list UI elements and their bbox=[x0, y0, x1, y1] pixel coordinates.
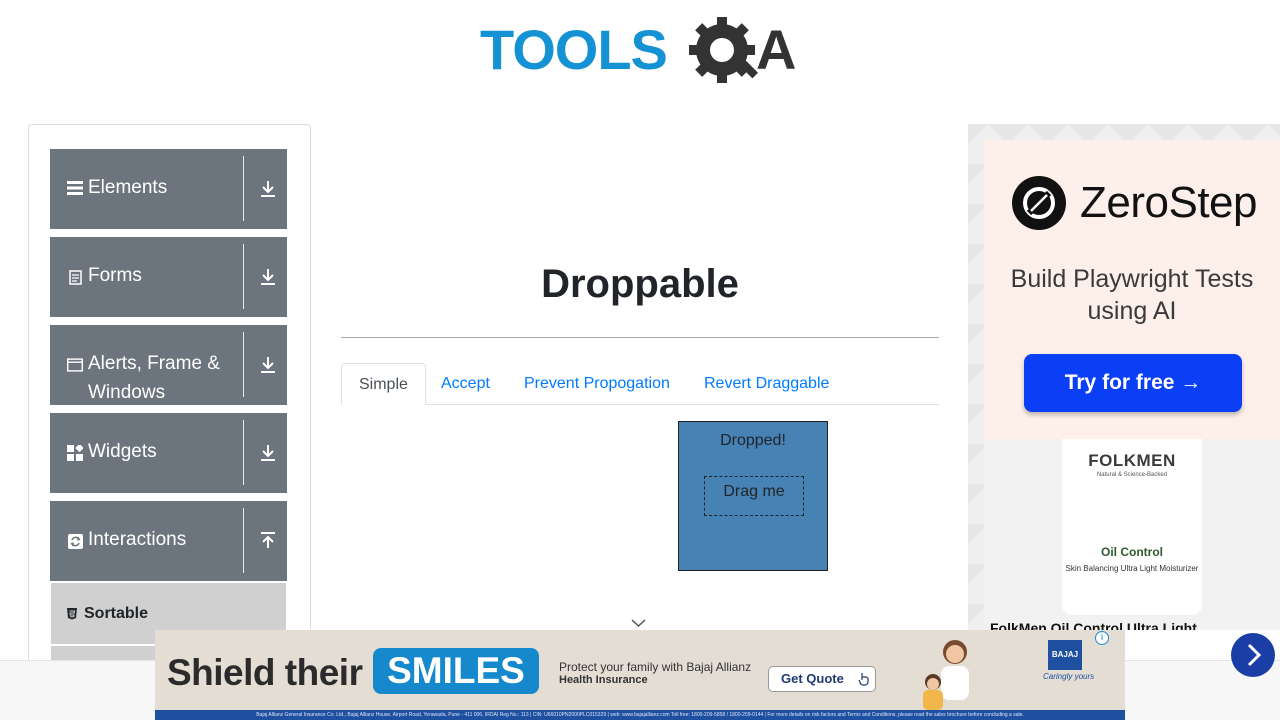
ad-info-icon[interactable]: i bbox=[1095, 631, 1109, 645]
banner-headline: Shield their bbox=[167, 652, 363, 693]
product-brand: FOLKMEN bbox=[1088, 451, 1176, 470]
divider bbox=[243, 332, 244, 397]
interactions-icon bbox=[67, 533, 83, 549]
get-quote-button[interactable]: Get Quote bbox=[768, 666, 876, 692]
sidebar-group-label: Widgets bbox=[88, 441, 157, 462]
tab-accept[interactable]: Accept bbox=[424, 363, 507, 405]
divider bbox=[243, 508, 244, 573]
sidebar-group-interactions[interactable]: Interactions bbox=[50, 501, 287, 581]
banner-protect-text: Protect your family with Bajaj Allianz bbox=[559, 660, 752, 674]
sidebar-group-label: Elements bbox=[88, 177, 168, 198]
upload-arrow-icon[interactable] bbox=[259, 531, 277, 551]
logo-text-a: A bbox=[756, 18, 796, 81]
folkmen-ad[interactable]: FOLKMEN Natural & Science-Backed Oil Con… bbox=[984, 439, 1280, 630]
download-arrow-icon[interactable] bbox=[259, 443, 277, 463]
tab-revert-draggable[interactable]: Revert Draggable bbox=[687, 363, 846, 405]
zerostep-logo-icon bbox=[1012, 176, 1066, 230]
zerostep-tagline: Build Playwright Tests using AI bbox=[1010, 265, 1254, 325]
hand-pointer-icon bbox=[858, 673, 869, 686]
banner-disclaimer: Bajaj Allianz General Insurance Co. Ltd.… bbox=[155, 710, 1125, 720]
sidebar-group-label: Alerts, Frame & Windows bbox=[88, 353, 220, 403]
download-arrow-icon[interactable] bbox=[259, 355, 277, 375]
sidebar-group-alerts-frame-windows[interactable]: Alerts, Frame & Windows bbox=[50, 325, 287, 405]
page-title: Droppable bbox=[541, 262, 739, 306]
divider bbox=[243, 244, 244, 309]
draggable-box[interactable]: Drag me bbox=[704, 476, 804, 516]
banner-health-text: Health Insurance bbox=[559, 674, 648, 686]
logo-text-tools: TOOLS bbox=[480, 18, 667, 81]
chevron-down-icon[interactable] bbox=[631, 615, 646, 628]
product-subtitle: Natural & Science-Backed bbox=[1096, 472, 1168, 478]
bajaj-logo: BAJAJ bbox=[1048, 640, 1082, 670]
gear-magnifier-icon bbox=[689, 17, 759, 83]
divider bbox=[243, 156, 244, 221]
sidebar-group-elements[interactable]: Elements bbox=[50, 149, 287, 229]
sidebar-group-label: Forms bbox=[88, 265, 142, 286]
tab-prevent-propogation[interactable]: Prevent Propogation bbox=[507, 363, 687, 405]
title-divider bbox=[341, 337, 939, 338]
product-title[interactable]: FolkMen Oil Control Ultra Light bbox=[990, 620, 1197, 630]
family-illustration bbox=[915, 634, 995, 710]
try-for-free-button[interactable]: Try for free → bbox=[1024, 354, 1242, 412]
sidebar-group-forms[interactable]: Forms bbox=[50, 237, 287, 317]
toolsqa-logo[interactable]: TOOLS A bbox=[480, 14, 806, 92]
draggable-label: Drag me bbox=[723, 483, 785, 500]
zerostep-ad[interactable]: ZeroStep Build Playwright Tests using AI… bbox=[984, 140, 1280, 439]
download-arrow-icon[interactable] bbox=[259, 267, 277, 287]
list-icon bbox=[67, 180, 83, 196]
sortable-icon bbox=[66, 607, 78, 620]
chevron-right-icon bbox=[1247, 643, 1262, 667]
advertisement-banner[interactable]: Shield their SMILES Protect your family … bbox=[155, 630, 1125, 720]
divider bbox=[243, 420, 244, 485]
download-arrow-icon[interactable] bbox=[259, 179, 277, 199]
next-arrow-button[interactable] bbox=[1231, 633, 1275, 677]
widgets-icon bbox=[67, 445, 83, 461]
tab-bar: Simple Accept Prevent Propogation Revert… bbox=[341, 363, 939, 405]
get-quote-label: Get Quote bbox=[781, 671, 844, 686]
sidebar-group-label: Interactions bbox=[88, 529, 187, 550]
product-description: Skin Balancing Ultra Light Moisturizer bbox=[1065, 564, 1199, 573]
advertisement-right[interactable]: ZeroStep Build Playwright Tests using AI… bbox=[968, 124, 1280, 630]
tab-simple[interactable]: Simple bbox=[341, 363, 426, 405]
page: TOOLS A Elements Forms Alerts, Frame & W… bbox=[0, 0, 1280, 720]
sidebar-group-widgets[interactable]: Widgets bbox=[50, 413, 287, 493]
bajaj-tagline: Caringly yours bbox=[1043, 672, 1095, 681]
zerostep-brand: ZeroStep bbox=[1080, 178, 1257, 227]
product-name: Oil Control bbox=[1101, 545, 1163, 559]
droppable-label: Dropped! bbox=[720, 432, 786, 449]
product-tube: FOLKMEN Natural & Science-Backed Oil Con… bbox=[1062, 439, 1202, 615]
banner-highlight: SMILES bbox=[373, 648, 539, 694]
form-icon bbox=[67, 269, 83, 285]
sidebar-item-label: Sortable bbox=[84, 605, 149, 622]
window-icon bbox=[67, 357, 83, 373]
